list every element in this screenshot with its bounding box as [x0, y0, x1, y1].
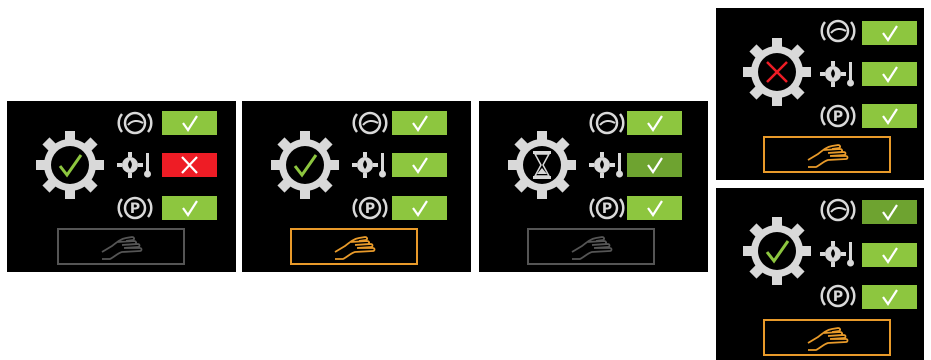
park-status-ok	[162, 196, 217, 220]
hand-icon	[571, 236, 613, 260]
park-letter: P	[602, 201, 612, 217]
hand-indicator-inactive	[527, 228, 655, 265]
brake-status-ok	[392, 111, 447, 135]
hand-icon	[807, 327, 849, 351]
oil-temperature-icon	[820, 241, 854, 267]
brake-warning-icon	[117, 111, 153, 135]
parking-brake-icon: P	[589, 196, 625, 220]
park-status-ok	[627, 196, 682, 220]
gear-error-icon	[743, 38, 811, 106]
parking-brake-icon: P	[820, 284, 856, 308]
oil-temp-status-ok	[862, 62, 917, 86]
oil-temperature-icon	[117, 152, 151, 178]
brake-status-ok	[862, 200, 917, 224]
parking-brake-icon: P	[352, 196, 388, 220]
park-letter: P	[365, 201, 375, 217]
brake-warning-icon	[820, 19, 856, 43]
gear-hourglass-icon	[508, 131, 576, 199]
status-panel-1: P	[7, 101, 236, 272]
hand-indicator-inactive	[57, 228, 185, 265]
oil-temp-status-ok	[862, 243, 917, 267]
park-letter: P	[833, 289, 843, 305]
hand-indicator-active	[763, 136, 891, 173]
status-panel-3: P	[479, 101, 708, 272]
status-panel-4: P	[716, 8, 924, 180]
hand-icon	[807, 144, 849, 168]
park-status-ok	[392, 196, 447, 220]
status-panel-2: P	[242, 101, 471, 272]
oil-temperature-icon	[820, 61, 854, 87]
status-panel-5: P	[716, 188, 924, 360]
gear-check-icon	[743, 217, 811, 285]
brake-warning-icon	[820, 198, 856, 222]
hand-icon	[101, 236, 143, 260]
brake-warning-icon	[352, 111, 388, 135]
oil-temp-status-ok	[627, 153, 682, 177]
brake-warning-icon	[589, 111, 625, 135]
brake-status-ok	[627, 111, 682, 135]
parking-brake-icon: P	[820, 104, 856, 128]
gear-check-icon	[271, 131, 339, 199]
oil-temp-status-ok	[392, 153, 447, 177]
hand-indicator-active	[763, 319, 891, 356]
brake-status-ok	[162, 111, 217, 135]
oil-temperature-icon	[589, 152, 623, 178]
hand-indicator-active	[290, 228, 418, 265]
oil-temperature-icon	[352, 152, 386, 178]
park-letter: P	[130, 201, 140, 217]
park-letter: P	[833, 109, 843, 125]
oil-temp-status-error	[162, 153, 217, 177]
brake-status-ok	[862, 21, 917, 45]
park-status-ok	[862, 285, 917, 309]
parking-brake-icon: P	[117, 196, 153, 220]
gear-check-icon	[36, 131, 104, 199]
hand-icon	[334, 236, 376, 260]
park-status-ok	[862, 104, 917, 128]
